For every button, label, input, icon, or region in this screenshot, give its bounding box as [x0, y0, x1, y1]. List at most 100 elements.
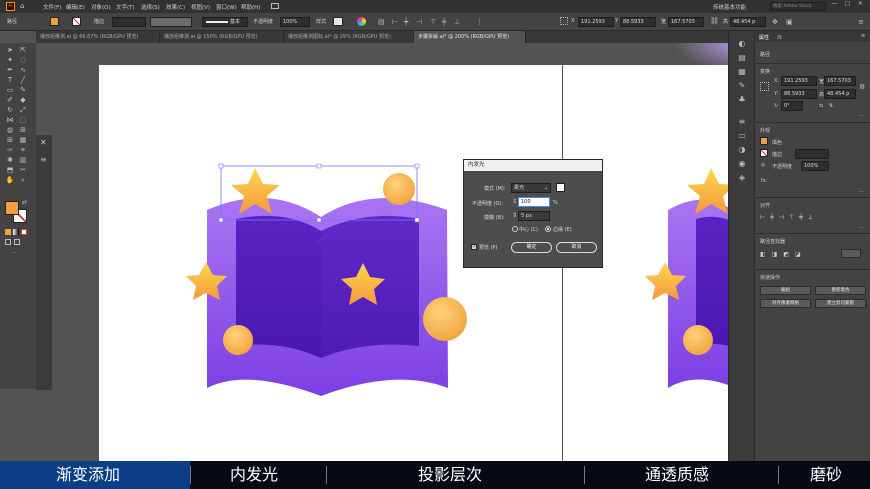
direct-selection-tool-icon[interactable]: ⇱ [18, 46, 28, 55]
recolor-button[interactable]: 重新着色 [815, 286, 866, 295]
align-buttons-row[interactable]: ⊢┿⊣⊤╪⊥ [760, 214, 818, 221]
eyedropper-tool-icon[interactable]: ✑ [5, 146, 15, 155]
stroke-panel-icon[interactable]: ≡ [737, 117, 747, 127]
preview-checkbox[interactable]: ✓ [471, 244, 477, 250]
document-tab-active[interactable]: 步骤拆解.ai* @ 200% (RGB/GPU 预览) [414, 31, 526, 43]
glow-color-swatch[interactable] [556, 183, 565, 192]
group-button[interactable]: 编组 [760, 286, 811, 295]
reference-point-icon[interactable] [560, 17, 568, 25]
edit-toolbar-icon[interactable]: ··· [11, 250, 17, 257]
lasso-tool-icon[interactable]: ◌ [18, 56, 28, 65]
x-field[interactable]: 191.2593 [578, 17, 614, 27]
opacity-field[interactable]: 100% [280, 17, 310, 27]
minimize-window-icon[interactable]: — [832, 1, 838, 7]
constrain-proportions-icon[interactable]: ⛓ [859, 84, 865, 90]
fill-color-swatch[interactable] [5, 201, 19, 215]
x-field[interactable]: 191.2593 [781, 76, 817, 86]
align-top-icon[interactable]: ⊤ [430, 18, 436, 26]
tab-properties[interactable]: 属性 [759, 34, 769, 41]
panel-menu-icon[interactable]: ≡ [858, 18, 864, 26]
menu-effect[interactable]: 效果(C) [166, 3, 185, 11]
align-center-icon[interactable]: ┿ [404, 18, 408, 26]
appearance-icon[interactable]: ◉ [737, 159, 747, 169]
opacity-stepper-icon[interactable]: ⇕ [512, 198, 517, 205]
artboard-tool-icon[interactable]: ⬒ [5, 166, 15, 175]
cancel-button[interactable]: 取消 [556, 242, 597, 253]
perspective-grid-tool-icon[interactable]: ⊞ [18, 126, 28, 135]
gradient-tool-icon[interactable]: ▦ [18, 136, 28, 145]
align-middle-icon[interactable]: ╪ [442, 18, 446, 26]
blur-stepper-icon[interactable]: ⇕ [512, 212, 517, 219]
gradient-mode-icon[interactable] [13, 229, 19, 235]
fx-button[interactable]: fx. [761, 178, 767, 184]
shape-builder-tool-icon[interactable]: ◍ [5, 126, 15, 135]
type-tool-icon[interactable]: T [5, 76, 15, 85]
mesh-tool-icon[interactable]: ⊞ [5, 136, 15, 145]
swap-colors-icon[interactable]: ⇄ [22, 199, 27, 206]
curvature-tool-icon[interactable]: ∿ [18, 66, 28, 75]
ok-button[interactable]: 确定 [511, 242, 552, 253]
stroke-weight-field[interactable] [795, 149, 829, 159]
color-mode-icon[interactable] [5, 229, 11, 235]
flip-horizontal-icon[interactable]: ⇆ [819, 103, 823, 109]
make-clipping-mask-button[interactable]: 建立剪切蒙版 [815, 299, 866, 308]
stock-search-input[interactable]: 搜索 Adobe Stock [770, 2, 826, 11]
reference-point-icon[interactable] [760, 82, 769, 91]
w-field[interactable]: 167.5703 [668, 17, 704, 27]
menu-help[interactable]: 帮助(H) [241, 3, 260, 11]
stroke-swatch[interactable] [72, 17, 81, 26]
h-field[interactable]: 48.454 p [824, 89, 856, 99]
document-tab[interactable]: 播放组推测.ai @ 150% (RGB/GPU 预览) [160, 31, 284, 43]
maximize-window-icon[interactable]: □ [845, 1, 850, 7]
h-field[interactable]: 48.454 p [730, 17, 766, 27]
magic-wand-tool-icon[interactable]: ✦ [5, 56, 15, 65]
width-tool-icon[interactable]: ⋈ [5, 116, 15, 125]
symbols-icon[interactable]: ♣ [737, 95, 747, 105]
align-to-pixel-grid-button[interactable]: 对齐像素网格 [760, 299, 811, 308]
close-window-icon[interactable]: ✕ [858, 1, 863, 7]
more-options-icon[interactable]: ··· [859, 189, 864, 195]
menu-object[interactable]: 对象(O) [91, 3, 111, 11]
pen-tool-icon[interactable]: ✒ [5, 66, 15, 75]
align-to-icon[interactable]: ▤ [378, 18, 385, 26]
shaper-tool-icon[interactable]: ✐ [5, 96, 15, 105]
menu-file[interactable]: 文件(F) [43, 3, 61, 11]
stroke-weight-field[interactable] [112, 17, 146, 27]
opacity-field[interactable]: 100% [801, 161, 829, 171]
align-left-icon[interactable]: ⊢ [392, 18, 398, 26]
screen-mode-icon[interactable] [14, 239, 20, 245]
tab-libraries[interactable]: 库 [777, 34, 782, 41]
document-tab[interactable]: 播放组推测.ai @ 66.67% (RGB/GPU 预览) [36, 31, 160, 43]
paintbrush-tool-icon[interactable]: ✎ [18, 86, 28, 95]
constrain-proportions-icon[interactable]: ⛓ [710, 17, 719, 25]
stroke-swatch[interactable] [760, 149, 768, 157]
opacity-field[interactable]: 100 [518, 197, 550, 207]
swatches-icon[interactable]: ▦ [737, 67, 747, 77]
fill-swatch[interactable] [760, 137, 768, 145]
y-field[interactable]: 88.5933 [620, 17, 656, 27]
book-illustration[interactable] [36, 43, 728, 461]
align-bottom-icon[interactable]: ⊥ [454, 18, 460, 26]
mode-dropdown[interactable]: 柔光 ⌄ [511, 183, 551, 193]
recolor-artwork-icon[interactable] [357, 17, 366, 26]
gradient-panel-icon[interactable]: ▭ [737, 131, 747, 141]
slice-tool-icon[interactable]: ✂ [18, 166, 28, 175]
menu-type[interactable]: 文字(T) [116, 3, 135, 11]
stroke-style-dropdown[interactable]: 基本 [202, 17, 248, 27]
free-transform-tool-icon[interactable]: ⬚ [18, 116, 28, 125]
home-icon[interactable]: ⌂ [20, 2, 24, 10]
selection-tool-icon[interactable]: ➤ [5, 46, 15, 55]
expand-button[interactable] [841, 249, 861, 258]
symbol-sprayer-tool-icon[interactable]: ✺ [5, 156, 15, 165]
menu-select[interactable]: 选择(S) [141, 3, 160, 11]
arrange-documents-icon[interactable] [271, 3, 279, 9]
graphic-style-swatch[interactable] [333, 17, 343, 26]
panel-menu-icon[interactable]: ≡ [861, 33, 865, 39]
y-field[interactable]: 88.5933 [781, 89, 817, 99]
draw-mode-icon[interactable] [5, 239, 11, 245]
color-guide-icon[interactable]: ▤ [737, 53, 747, 63]
more-options-icon[interactable]: ··· [859, 225, 864, 231]
rotate-icon[interactable]: ↻ [774, 103, 778, 109]
distribute-icon[interactable]: ⋮ [476, 18, 483, 26]
transform-options-icon[interactable]: ✥ [772, 18, 778, 26]
